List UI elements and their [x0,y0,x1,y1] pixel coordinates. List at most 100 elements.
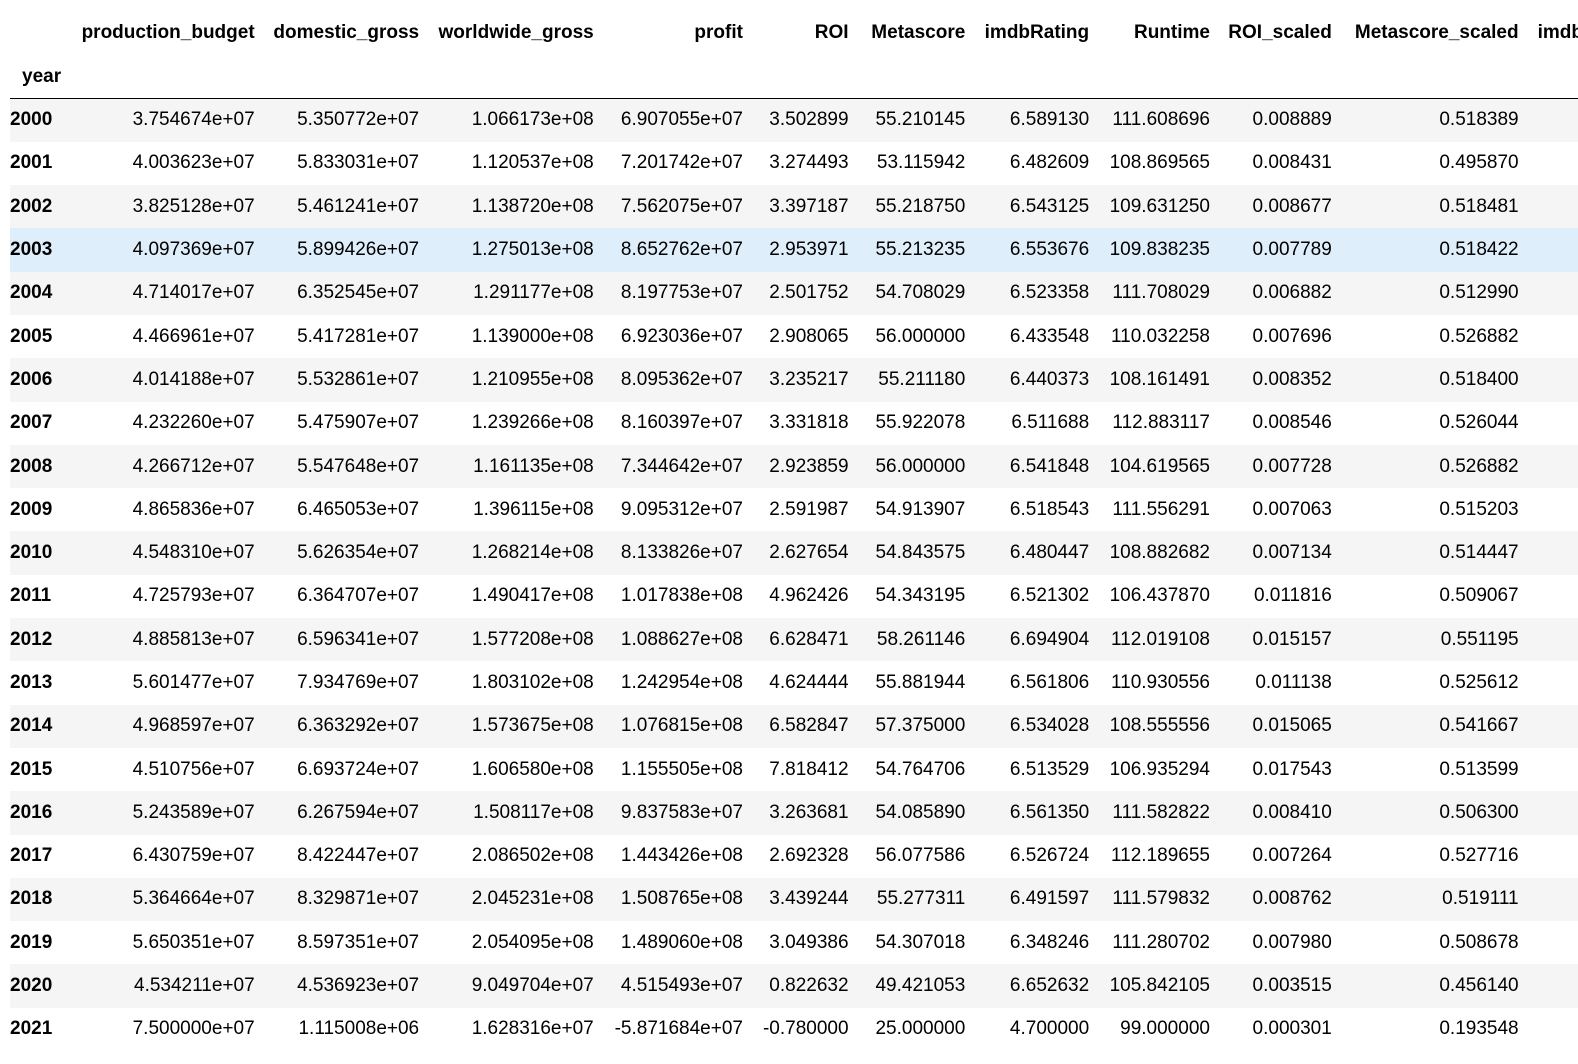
table-cell: 4.003623e+07 [132,152,255,174]
table-cell: 4.962426 [769,585,849,607]
table-cell: 106.437870 [1109,585,1210,607]
table-cell: 54.913907 [875,498,966,520]
table-cell: 5.650351e+07 [132,931,255,953]
table-cell: 0.526044 [1439,412,1519,434]
table-cell: 111.582822 [1112,801,1210,823]
table-cell: 1.155505e+08 [620,758,743,780]
column-header: Runtime [1133,22,1210,43]
table-cell: 0.007063 [1252,498,1332,520]
table-cell: 1.120537e+08 [471,152,594,174]
table-cell: 6.491597 [1009,888,1090,910]
index-header-corner [10,11,81,55]
table-cell: 54.764706 [875,758,966,780]
table-cell: 5.243589e+07 [132,801,255,823]
table-cell: 0.509067 [1439,585,1519,607]
table-cell: 0.007789 [1252,239,1332,261]
table-cell: 4.232260e+07 [132,412,255,434]
table-cell: 9.837583e+07 [620,801,743,823]
table-cell: 4.014188e+07 [132,368,255,390]
table-cell: 0.015157 [1252,628,1332,650]
table-cell: 0.017543 [1252,758,1332,780]
table-cell: 1.803102e+08 [471,672,594,693]
table-cell: 0.518389 [1439,109,1519,131]
row-index-year: 2002 [10,195,53,217]
row-index-year: 2019 [10,931,53,953]
table-cell: 0.526882 [1439,455,1519,477]
table-cell: 0.822632 [769,975,849,997]
table-cell: 3.439244 [769,888,849,910]
table-cell: 3.397187 [769,195,849,217]
table-cell: 0.008431 [1252,152,1332,174]
table-cell: 2.086502e+08 [471,845,594,867]
table-cell: 111.708029 [1112,282,1210,304]
table-cell: 1.628316e+07 [471,1018,594,1040]
table-cell: 5.899426e+07 [297,239,420,261]
row-index-year: 2012 [10,628,53,650]
table-cell: 6.430759e+07 [132,845,255,867]
table-row: 2018 5.364664e+07 8.329871e+07 2.045231e+08… [10,877,1578,922]
table-cell: 0.015065 [1252,715,1332,737]
table-row: 2009 4.865836e+07 6.465053e+07 1.396115e+08… [10,488,1578,532]
table-cell: 5.475907e+07 [297,412,420,434]
table-cell: 6.465053e+07 [297,498,420,520]
row-index-year: 2015 [10,758,53,780]
table-cell: 1.606580e+08 [471,758,594,780]
table-cell: 1.508117e+08 [473,801,594,823]
table-cell: 0.514447 [1439,542,1519,564]
table-cell [1519,921,1578,964]
table-cell: 1.508765e+08 [620,888,743,910]
table-cell: 55.881944 [875,672,966,693]
table-cell: 4.968597e+07 [132,715,255,737]
table-cell: 1.088627e+08 [620,628,743,650]
table-cell: 0.512990 [1439,282,1519,304]
table-cell [1519,315,1578,358]
table-row: 2017 6.430759e+07 8.422447e+07 2.086502e+08… [10,834,1578,878]
table-cell: 54.343195 [875,585,966,607]
row-index-year: 2010 [10,542,53,564]
dataframe-output: production_budget domestic_gross worldwi… [10,11,1578,1064]
table-cell: 0.506300 [1439,801,1519,823]
table-cell: 6.352545e+07 [297,282,420,304]
table-cell: 9.049704e+07 [471,975,594,997]
table-cell: 2.501752 [769,282,849,304]
table-cell: 6.363292e+07 [297,715,420,737]
table-cell: 1.076815e+08 [620,715,743,737]
table-cell: 0.518481 [1439,195,1519,217]
table-cell: 5.532861e+07 [297,368,420,390]
dataframe-table: production_budget domestic_gross worldwi… [10,11,1578,1052]
table-cell [1519,272,1578,315]
table-cell: 4.534211e+07 [134,975,255,997]
table-cell: 8.197753e+07 [620,282,743,304]
table-cell: 0.008352 [1252,368,1332,390]
table-cell: 4.725793e+07 [132,585,255,607]
table-cell: 0.495870 [1439,152,1519,174]
table-cell: 0.551195 [1440,628,1519,650]
table-cell: 108.555556 [1109,715,1210,737]
table-cell: 3.331818 [769,412,849,434]
column-header: ROI [814,22,849,43]
table-cell: 0.007728 [1252,455,1332,477]
table-cell: 104.619565 [1109,455,1210,477]
table-cell: 111.280702 [1112,931,1210,953]
table-cell: 7.344642e+07 [620,455,743,477]
row-index-year: 2014 [10,715,53,737]
table-cell: 6.582847 [769,715,849,737]
table-cell: 1.161135e+08 [473,455,594,477]
table-cell: 55.213235 [875,239,966,261]
table-cell: 6.561350 [1009,801,1090,823]
table-cell: 4.865836e+07 [132,498,255,520]
row-index-year: 2021 [10,1018,53,1040]
table-cell: 111.579832 [1112,888,1210,910]
table-cell: 7.562075e+07 [620,195,743,217]
table-cell [1519,878,1578,921]
table-cell: 54.085890 [875,801,966,823]
table-cell: 1.115008e+06 [298,1018,420,1040]
table-cell: 1.577208e+08 [471,628,594,650]
table-cell: 2.923859 [769,455,849,477]
row-index-year: 2007 [10,412,53,434]
table-cell: 2.045231e+08 [471,888,594,910]
table-cell: 1.210955e+08 [471,368,594,390]
table-row: 2002 3.825128e+07 5.461241e+07 1.138720e+08… [10,185,1578,229]
table-cell: 4.266712e+07 [132,455,255,477]
table-row: 2020 4.534211e+07 4.536923e+07 9.049704e+07… [10,964,1578,1008]
